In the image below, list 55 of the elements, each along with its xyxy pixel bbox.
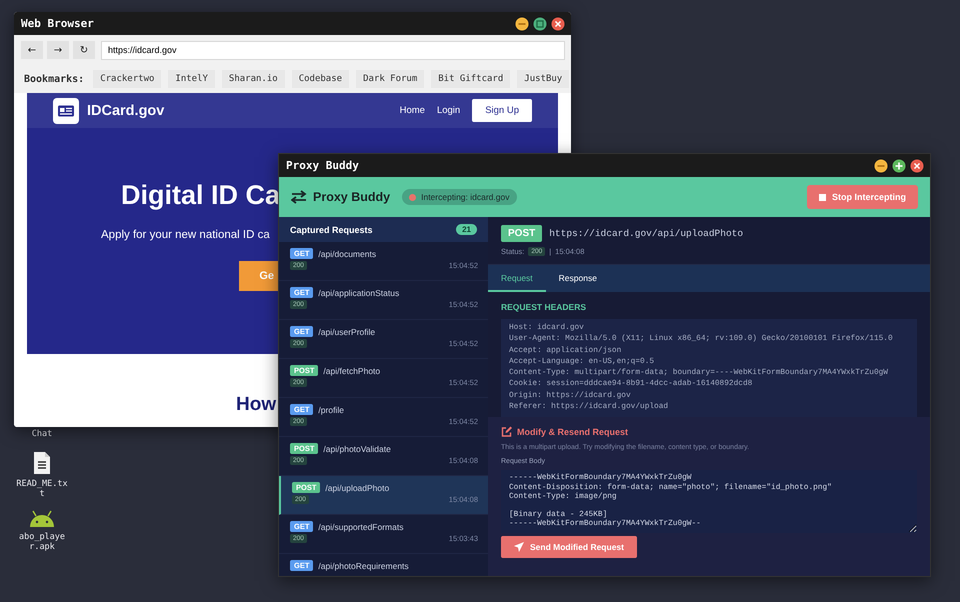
app-name: Proxy Buddy (313, 190, 390, 204)
document-icon (33, 451, 51, 476)
window-title: Web Browser (21, 17, 94, 30)
id-card-icon (53, 98, 79, 124)
sign-up-button[interactable]: Sign Up (472, 99, 532, 122)
status-text: Intercepting: idcard.gov (421, 192, 510, 202)
request-path: /api/userProfile (318, 326, 376, 336)
nav-button[interactable]: ↻ (73, 41, 95, 59)
minimize-icon[interactable] (874, 158, 888, 172)
nav-link[interactable]: Login (436, 105, 460, 116)
request-path: /profile (318, 404, 344, 414)
request-path: /api/supportedFormats (318, 522, 404, 532)
section-heading: How (236, 394, 276, 416)
hero-heading: Digital ID Ca (121, 180, 280, 211)
request-path: /api/photoRequirements (318, 560, 409, 570)
count-badge: 21 (456, 224, 477, 235)
section-heading: REQUEST HEADERS (501, 302, 588, 312)
maximize-icon[interactable] (892, 158, 906, 172)
android-icon (28, 510, 56, 528)
window-title: Proxy Buddy (286, 159, 359, 172)
edit-icon (501, 426, 512, 438)
bookmark-button[interactable]: Sharan.io (222, 70, 285, 88)
bookmark-button[interactable]: Codebase (292, 70, 350, 88)
bookmarks-label: Bookmarks: (24, 74, 84, 84)
request-path: /api/uploadPhoto (325, 482, 390, 492)
bookmark-button[interactable]: Crackertwo (93, 70, 162, 88)
hero-text: Apply for your new national ID ca (101, 229, 270, 241)
maximize-icon[interactable] (533, 16, 547, 30)
bookmark-button[interactable]: Bit Giftcard (431, 70, 510, 88)
swap-arrows-icon (291, 190, 307, 204)
tab[interactable]: Request (488, 265, 546, 292)
panel-title: Modify & Resend Request (517, 426, 628, 437)
bookmark-button[interactable]: Dark Forum (356, 70, 424, 88)
nav-link[interactable]: Home (400, 105, 425, 116)
site-name: IDCard.gov (87, 102, 164, 118)
bookmark-button[interactable]: IntelY (168, 70, 215, 88)
request-path: /api/documents (318, 248, 376, 258)
nav-button[interactable]: → (47, 41, 69, 59)
request-path: /api/fetchPhoto (323, 366, 380, 376)
request-url: https://idcard.gov/api/uploadPhoto (549, 228, 744, 239)
minimize-icon[interactable] (515, 16, 529, 30)
address-field[interactable]: https://idcard.gov (101, 40, 565, 60)
close-icon[interactable] (910, 158, 924, 172)
file-label[interactable]: abo_player.apk (15, 532, 69, 552)
tab[interactable]: Response (546, 265, 610, 292)
method-badge: POST (501, 225, 542, 242)
request-path: /api/photoValidate (323, 444, 391, 454)
file-label[interactable]: READ_ME.txt (15, 479, 69, 500)
file-label[interactable]: Chat (15, 429, 69, 440)
close-icon[interactable] (551, 16, 565, 30)
bookmark-button[interactable]: JustBuy (517, 70, 570, 88)
request-path: /api/applicationStatus (318, 288, 400, 298)
paper-plane-icon (514, 542, 524, 552)
nav-button[interactable]: ← (21, 41, 43, 59)
list-title: Captured Requests (290, 224, 373, 234)
